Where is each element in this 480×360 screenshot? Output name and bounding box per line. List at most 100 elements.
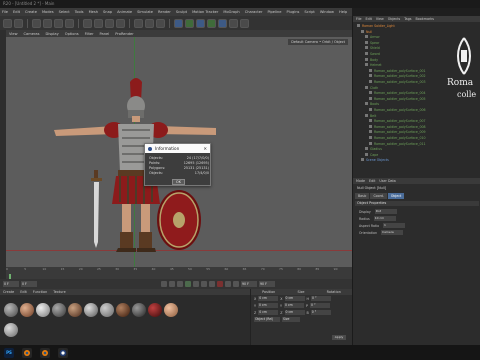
position-x-field[interactable]: 0 cm [258,296,279,301]
camera-icon[interactable] [229,18,238,28]
go-to-end-icon[interactable] [209,281,215,287]
orientation-select[interactable]: Camera [381,230,403,235]
material-swatch[interactable] [52,303,66,317]
object-tree-item[interactable]: Shield [365,46,380,51]
material-swatch[interactable] [164,303,178,317]
object-tree-item[interactable]: Body [365,57,378,63]
menu-item-modes[interactable]: Modes [42,10,54,14]
position-y-field[interactable]: 0 cm [258,303,279,308]
render-view-icon[interactable] [134,18,143,28]
close-icon[interactable]: ✕ [203,146,207,151]
object-tree-item[interactable]: Armor [365,35,380,40]
tab-basic[interactable]: Basic [355,193,370,199]
view-menu-item-view[interactable]: View [9,32,18,36]
y-axis-lock-icon[interactable] [94,18,103,28]
object-tree-item[interactable]: Scene Objects [361,158,389,163]
object-tree-item[interactable]: Null [361,29,372,35]
object-menu-item-objects[interactable]: Objects [388,17,400,21]
view-menu-item-cameras[interactable]: Cameras [24,32,40,36]
rotation-h-field[interactable]: 0 ° [311,296,332,301]
material-swatch[interactable] [68,303,82,317]
play-icon[interactable] [185,281,191,287]
object-tree-item[interactable]: Roman Soldier_Light [357,24,395,29]
end-frame-field[interactable]: 90 F [241,281,257,287]
object-tree-item[interactable]: Roman_soldier_polySurface_006 [369,108,426,113]
photoshop-icon[interactable]: PS [4,347,14,358]
material-swatch[interactable] [100,303,114,317]
material-swatch[interactable] [4,303,18,317]
timeline-ruler[interactable]: 0 5 10 15 20 25 30 35 40 45 50 55 60 65 70 75 80 85 90 [6,267,352,272]
object-tree-item[interactable]: Sword [365,52,380,57]
menu-item-snap[interactable]: Snap [103,10,112,14]
deformer-icon[interactable] [207,18,216,28]
rotation-b-field[interactable]: 0 ° [310,310,331,315]
menu-item-create[interactable]: Create [25,10,37,14]
blender-icon[interactable] [22,347,32,358]
tab-coord[interactable]: Coord. [370,193,387,199]
size-y-field[interactable]: 0 cm [284,303,305,308]
floor-icon[interactable] [218,18,227,28]
blender-icon-2[interactable] [40,347,50,358]
object-tree-item[interactable]: Roman_soldier_polySurface_009 [369,130,426,135]
radius-field[interactable]: 10 cm [373,216,396,221]
material-swatch[interactable] [4,323,18,337]
record-icon[interactable] [217,281,223,287]
world-coord-icon[interactable] [116,18,125,28]
position-z-field[interactable]: 0 cm [258,310,279,315]
rotation-p-field[interactable]: 0 ° [310,303,331,308]
light-icon[interactable] [240,18,249,28]
redo-icon[interactable] [14,18,23,28]
next-key-icon[interactable] [201,281,207,287]
autokey-icon[interactable] [225,281,231,287]
attr-menu-item-user-data[interactable]: User Data [379,179,395,183]
material-manager[interactable] [0,295,250,345]
start-frame-field[interactable]: 0 F [21,281,37,287]
menu-item-window[interactable]: Window [320,10,334,14]
object-tree-item[interactable]: Roman_soldier_polySurface_007 [369,119,426,124]
coord-mode-select[interactable]: Object (Rel) [254,317,280,322]
menu-item-file[interactable]: File [2,10,8,14]
z-axis-lock-icon[interactable] [105,18,114,28]
view-menu-item-filter[interactable]: Filter [85,32,94,36]
render-picture-viewer-icon[interactable] [145,18,154,28]
previous-frame-icon[interactable] [177,281,183,287]
menu-item-tools[interactable]: Tools [75,10,84,14]
previous-key-icon[interactable] [169,281,175,287]
object-tree-item[interactable]: Cloth [365,85,378,91]
menu-item-mograph[interactable]: MoGraph [223,10,239,14]
menu-item-character[interactable]: Character [245,10,263,14]
menu-item-render[interactable]: Render [158,10,171,14]
object-tree-item[interactable]: Roman_soldier_polySurface_004 [369,91,426,96]
object-tree-item[interactable]: Roman_soldier_polySurface_008 [369,124,426,130]
apply-button[interactable]: Apply [332,335,346,340]
menu-item-animate[interactable]: Animate [117,10,132,14]
undo-icon[interactable] [3,18,12,28]
object-tree-item[interactable]: Roman_soldier_polySurface_003 [369,80,426,85]
material-menu-item-function[interactable]: Function [33,290,47,294]
move-icon[interactable] [43,18,52,28]
menu-item-mesh[interactable]: Mesh [89,10,98,14]
object-menu-item-tags[interactable]: Tags [404,17,411,21]
object-menu-item-view[interactable]: View [376,17,384,21]
object-tree-item[interactable]: Roman_soldier_polySurface_005 [369,96,426,102]
timeline[interactable]: 0 5 10 15 20 25 30 35 40 45 50 55 60 65 70 75 80 85 90 [6,267,352,279]
material-menu-item-texture[interactable]: Texture [53,290,65,294]
menu-item-help[interactable]: Help [339,10,347,14]
rotate-icon[interactable] [65,18,74,28]
array-icon[interactable] [196,18,205,28]
material-swatch[interactable] [132,303,146,317]
menu-item-simulate[interactable]: Simulate [137,10,153,14]
attr-menu-item-edit[interactable]: Edit [369,179,375,183]
x-axis-lock-icon[interactable] [83,18,92,28]
view-menu-item-panel[interactable]: Panel [100,32,110,36]
next-frame-icon[interactable] [193,281,199,287]
material-swatch[interactable] [36,303,50,317]
object-tree-item[interactable]: Belt [365,113,376,119]
attr-menu-item-mode[interactable]: Mode [356,179,365,183]
display-select[interactable]: Dot [374,209,397,214]
menu-item-edit[interactable]: Edit [13,10,20,14]
coord-size-select[interactable]: Size [282,317,300,322]
object-tree-item[interactable]: Gladius [365,147,382,152]
object-tree-item[interactable]: Roman_soldier_polySurface_001 [369,68,426,74]
object-menu-item-bookmarks[interactable]: Bookmarks [416,17,434,21]
